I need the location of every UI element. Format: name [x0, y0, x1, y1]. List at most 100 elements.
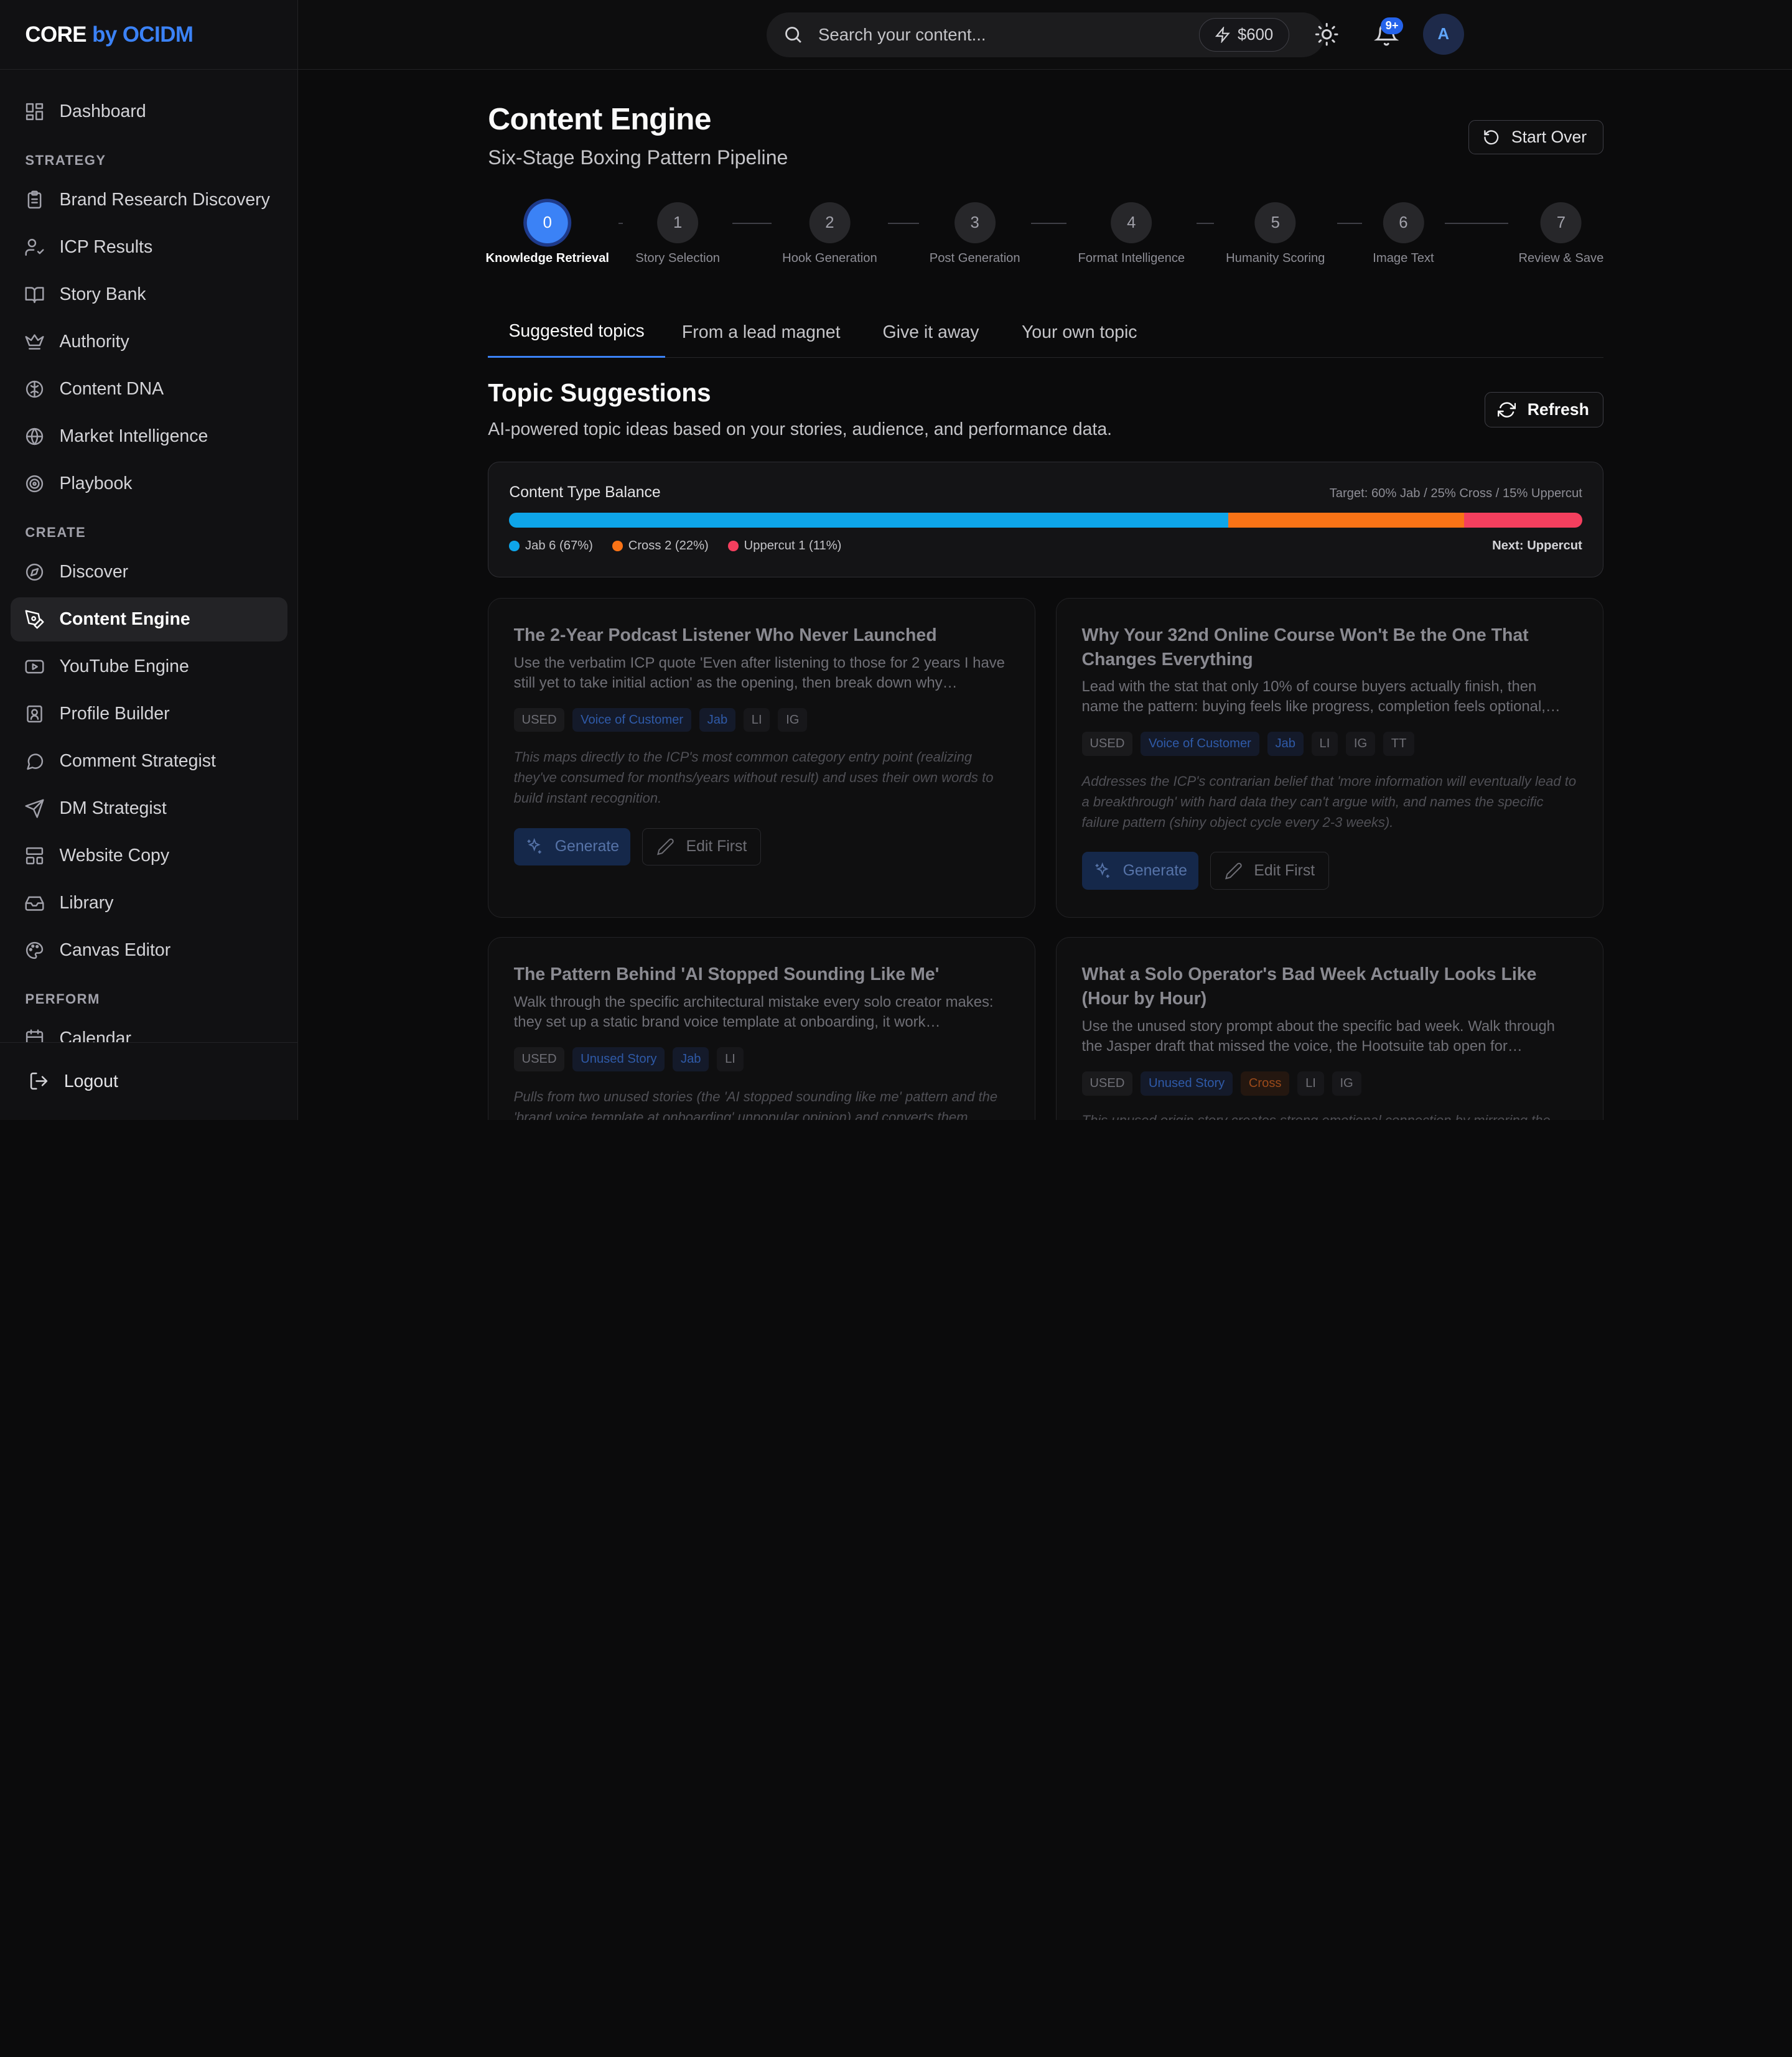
tab-from-a-lead-magnet[interactable]: From a lead magnet [671, 307, 851, 358]
sidebar-item-playbook[interactable]: Playbook [11, 462, 287, 506]
sparkles-icon [527, 838, 541, 854]
step-0[interactable]: 0 Knowledge Retrieval [485, 202, 609, 266]
edit-first-button[interactable]: Edit First [642, 828, 762, 866]
step-connector [888, 223, 919, 224]
sidebar-item-market-intelligence[interactable]: Market Intelligence [11, 414, 287, 459]
legend-label: Uppercut 1 (11%) [744, 539, 842, 553]
card-description: Use the verbatim ICP quote 'Even after l… [513, 654, 1005, 691]
sidebar-item-label: Market Intelligence [59, 426, 208, 446]
tab-your-own-topic[interactable]: Your own topic [1009, 307, 1150, 358]
step-1[interactable]: 1 Story Selection [635, 202, 720, 266]
card-tags: USED Voice of Customer Jab LI IG [513, 707, 1010, 732]
sidebar-item-label: Playbook [59, 473, 133, 493]
balance-legend: Jab 6 (67%) Cross 2 (22%) Uppercut 1 (11%) [509, 539, 861, 553]
tag-unused-story: Unused Story [1141, 1071, 1233, 1096]
tag-cross: Cross [1240, 1071, 1290, 1096]
app-root: CORE by OCIDM Dashboard STRATEGY Brand Res… [0, 0, 1792, 1120]
sidebar-item-content-engine[interactable]: Content Engine [10, 597, 287, 642]
credits-button[interactable]: $600 [1198, 18, 1289, 52]
refresh-button[interactable]: Refresh [1484, 391, 1603, 427]
tag-ig: IG [1332, 1071, 1361, 1096]
calendar-icon [24, 1028, 45, 1043]
balance-title: Content Type Balance [509, 483, 661, 501]
brand-logo[interactable]: CORE by OCIDM [25, 22, 193, 47]
generate-label: Generate [554, 838, 620, 856]
generate-button[interactable]: Generate [1081, 852, 1199, 890]
sidebar-item-dm-strategist[interactable]: DM Strategist [11, 786, 287, 831]
legend-label: Cross 2 (22%) [628, 539, 709, 553]
logout-label: Logout [63, 1071, 118, 1091]
sidebar-section-strategy: STRATEGY [25, 152, 106, 168]
card-body: Why Your 32nd Online Course Won't Be the… [1081, 623, 1578, 890]
topic-source-tabs: Suggested topics From a lead magnet Give i… [488, 307, 1603, 358]
card-tags: USED Voice of Customer Jab LI IG TT [1081, 732, 1578, 757]
sidebar-item-icp-results[interactable]: ICP Results [11, 225, 287, 269]
step-connector [1197, 223, 1214, 224]
sidebar-item-dashboard[interactable]: Dashboard [11, 89, 287, 134]
sidebar-item-youtube-engine[interactable]: YouTube Engine [11, 645, 287, 689]
crown-icon [24, 332, 45, 352]
generate-button[interactable]: Generate [513, 828, 631, 866]
step-2[interactable]: 2 Hook Generation [782, 202, 877, 266]
logo-bar: CORE by OCIDM [0, 0, 298, 70]
sidebar-item-brand-research-discovery[interactable]: Brand Research Discovery [11, 177, 287, 222]
tag-li: LI [1297, 1071, 1324, 1096]
generate-label: Generate [1122, 862, 1187, 879]
section-subtitle: AI-powered topic ideas based on your sto… [488, 419, 1113, 440]
card-rationale: Addresses the ICP's contrarian belief th… [1081, 773, 1577, 831]
sidebar-item-story-bank[interactable]: Story Bank [11, 272, 287, 317]
tag-li: LI [1311, 732, 1338, 757]
legend-dot [612, 541, 623, 551]
balance-segment [1464, 512, 1582, 528]
card-rationale: This maps directly to the ICP's most com… [513, 749, 994, 806]
topic-card: What a Solo Operator's Bad Week Actually… [1056, 937, 1603, 1120]
sidebar-item-profile-builder[interactable]: Profile Builder [11, 692, 287, 737]
step-4[interactable]: 4 Format Intelligence [1078, 202, 1185, 266]
sidebar-item-label: Canvas Editor [59, 940, 171, 961]
card-body: The 2-Year Podcast Listener Who Never La… [513, 623, 1010, 866]
step-connector [1337, 223, 1363, 224]
send-icon [24, 798, 45, 819]
target-icon [24, 473, 45, 494]
tag-jab: Jab [699, 707, 736, 732]
sidebar-item-label: Profile Builder [59, 704, 170, 724]
balance-bar [509, 512, 1582, 528]
step-6[interactable]: 6 Image Text [1373, 202, 1434, 266]
sidebar-item-website-copy[interactable]: Website Copy [11, 834, 287, 879]
logout-button[interactable]: Logout [0, 1042, 298, 1120]
tag-voice-of-customer: Voice of Customer [572, 707, 691, 732]
sidebar-item-label: Discover [59, 562, 129, 582]
sidebar-item-canvas-editor[interactable]: Canvas Editor [11, 928, 287, 973]
step-5[interactable]: 5 Humanity Scoring [1226, 202, 1325, 266]
sidebar-item-comment-strategist[interactable]: Comment Strategist [11, 739, 287, 784]
tag-used: USED [1081, 1071, 1133, 1096]
sidebar-item-content-dna[interactable]: Content DNA [11, 367, 287, 412]
section-title: Topic Suggestions [488, 378, 711, 407]
sidebar-item-label: Brand Research Discovery [59, 189, 270, 210]
topic-card: The 2-Year Podcast Listener Who Never La… [488, 597, 1036, 918]
sidebar-item-discover[interactable]: Discover [11, 550, 287, 595]
sidebar-item-label: Story Bank [59, 284, 146, 304]
start-over-button[interactable]: Start Over [1468, 119, 1603, 154]
sidebar: CORE by OCIDM Dashboard STRATEGY Brand Res… [0, 0, 299, 1120]
tag-ig: IG [778, 707, 808, 732]
lightning-icon [1215, 27, 1231, 43]
card-description: Lead with the stat that only 10% of cour… [1081, 678, 1561, 716]
step-7[interactable]: 7 Review & Save [1518, 202, 1603, 266]
sidebar-nav: Dashboard STRATEGY Brand Research Discover… [0, 89, 297, 1043]
step-label: Post Generation [929, 251, 1020, 266]
avatar[interactable]: A [1422, 14, 1464, 55]
rotate-ccw-icon [1484, 129, 1499, 144]
theme-toggle-button[interactable] [1314, 22, 1339, 47]
step-3[interactable]: 3 Post Generation [930, 202, 1020, 266]
sidebar-item-authority[interactable]: Authority [11, 319, 287, 364]
sidebar-item-calendar[interactable]: Calendar [11, 1017, 287, 1043]
edit-first-button[interactable]: Edit First [1210, 852, 1330, 890]
step-label: Hook Generation [782, 251, 877, 266]
tab-give-it-away[interactable]: Give it away [872, 307, 989, 358]
content-type-balance: Content Type Balance Target: 60% Jab / 2… [488, 462, 1603, 577]
sidebar-item-library[interactable]: Library [11, 881, 287, 926]
tab-suggested-topics[interactable]: Suggested topics [488, 307, 665, 358]
pen-tool-icon [24, 609, 45, 630]
step-label: Image Text [1373, 251, 1434, 266]
